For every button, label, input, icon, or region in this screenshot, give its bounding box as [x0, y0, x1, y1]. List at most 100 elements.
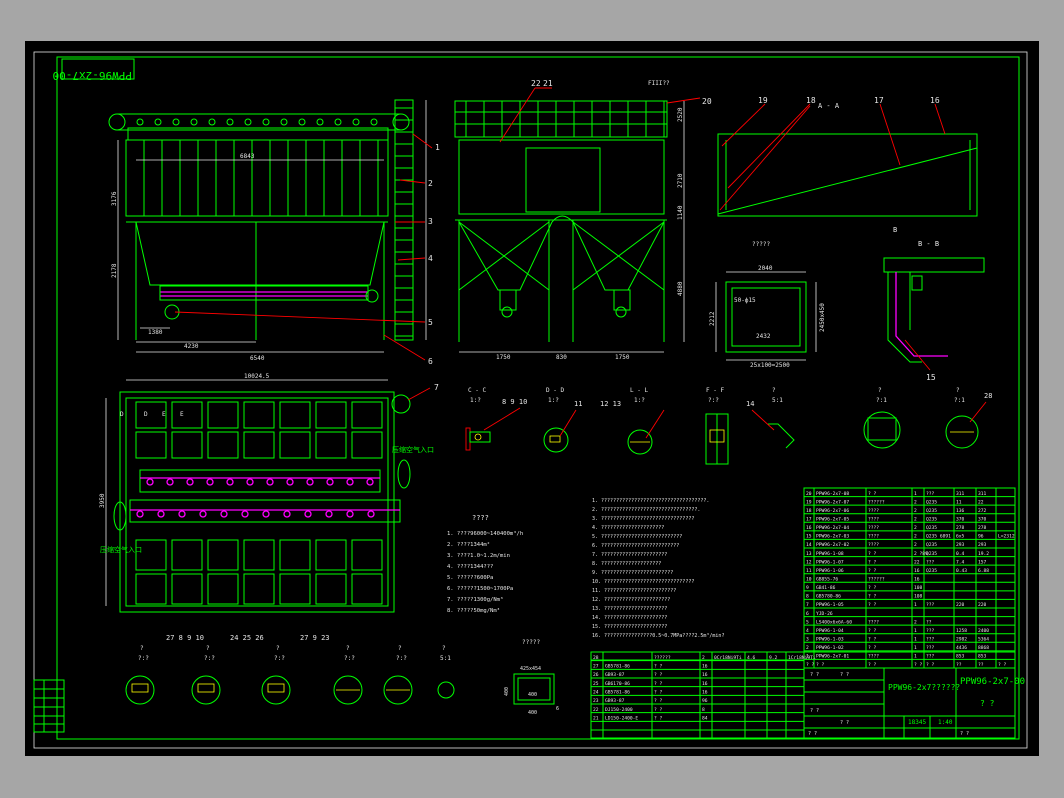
bom-cell: 2	[914, 508, 917, 514]
valve-head	[262, 118, 270, 126]
bom-cell: 220	[978, 602, 987, 608]
bom-cell: LS400x6x6A-60	[816, 619, 852, 625]
cad-drawing: PPW96-2x7-00 4230 6540 1380 6843 3176 21…	[33, 51, 1028, 749]
svg-text:5:1: 5:1	[772, 397, 783, 404]
bom-cell: 278	[978, 525, 987, 531]
svg-text:? ?: ? ?	[960, 731, 969, 737]
bom-cell: ??????	[868, 576, 885, 582]
bom-header-cell: ? ?	[926, 662, 935, 668]
svg-text:2: 2	[428, 179, 433, 188]
svg-text:?: ?	[956, 387, 960, 394]
section-aa: A - A 19 18 17 16 B	[717, 96, 978, 234]
plan-cell	[279, 539, 311, 571]
bom2-cell: ? ?	[654, 672, 663, 678]
plan-dim-overall: 10024.5	[244, 373, 270, 380]
bom-cell: 136	[956, 508, 965, 514]
svg-text:5:1: 5:1	[440, 655, 451, 662]
sv-balloon-22: 22	[531, 79, 541, 88]
valve-head	[280, 118, 288, 126]
bom-cell: 6.88	[978, 568, 989, 574]
bom-cell: Q235	[926, 551, 937, 557]
bom2-cell: 28	[593, 655, 599, 661]
svg-text:?:?: ?:?	[708, 397, 719, 404]
section-bb-title: B - B	[918, 240, 939, 248]
plan-cell	[135, 573, 167, 605]
bom-cell: PPW96-2x7-04	[816, 525, 849, 531]
bom2-cell: 16	[702, 681, 708, 687]
bom-cell: 2400	[978, 628, 989, 634]
svg-text:16: 16	[930, 96, 940, 105]
svg-text:8 9 10: 8 9 10	[502, 398, 527, 406]
bom2-cell: 25	[593, 681, 599, 687]
bom-header-cell: ? ?	[914, 662, 923, 668]
svg-text:?:1: ?:1	[876, 397, 887, 404]
bom-cell: ????	[868, 654, 879, 660]
plan-cell	[351, 431, 383, 459]
details-row-1: C - C 1:? 8 9 10 D - D 1:? 11 L - L 1:? …	[465, 387, 992, 465]
nozzle	[367, 510, 375, 518]
bom-cell: 1	[914, 645, 917, 651]
sv-dim-w-mid: 830	[556, 354, 567, 361]
plan-cell	[315, 539, 347, 571]
bom-cell: GB5780-86	[816, 594, 841, 600]
dim-bay: 4230	[184, 343, 199, 350]
bom2-cell: GB93-87	[605, 698, 625, 704]
bom-cell: L=2312	[998, 534, 1015, 540]
bom-cell: ????	[868, 534, 879, 540]
bom-cell: 11	[956, 499, 962, 505]
bom-cell: 1	[914, 654, 917, 660]
inlet-label-left: 压缩空气入口	[100, 545, 142, 554]
svg-text:?: ?	[346, 645, 350, 652]
bom-cell: PPW96-2x7-02	[816, 542, 849, 548]
bom-cell: ? ?	[868, 568, 877, 574]
svg-text:15. ?????????????????????: 15. ?????????????????????	[592, 624, 667, 630]
svg-text:7. ?????1300g/Nm³: 7. ?????1300g/Nm³	[447, 596, 503, 603]
bom-cell: 3	[806, 636, 809, 642]
bom-cell: 2982	[956, 636, 967, 642]
nozzle	[262, 510, 270, 518]
svg-text:11: 11	[574, 400, 582, 408]
bom-cell: 1	[914, 602, 917, 608]
plan-cell	[351, 573, 383, 605]
bom-cell: 108	[914, 594, 923, 600]
bom-cell: 10	[806, 576, 812, 582]
bom-cell: 108	[914, 585, 923, 591]
bom-header-cell: ??	[978, 662, 984, 668]
plan-cell	[207, 431, 239, 459]
bom-cell: Q235	[926, 499, 937, 505]
bom-cell: Q235	[926, 508, 937, 514]
bom2-cell: ? ?	[654, 664, 663, 670]
bom2-cell: LD150-2400-E	[605, 716, 638, 722]
nozzle	[220, 510, 228, 518]
svg-text:1:?: 1:?	[634, 397, 645, 404]
bom-cell: 1	[914, 636, 917, 642]
svg-text:6: 6	[556, 706, 559, 712]
valve-head	[136, 118, 144, 126]
bom-cell: 293	[978, 542, 987, 548]
bom2-cell: ? ?	[654, 698, 663, 704]
bom-cell: 7.4	[956, 559, 965, 565]
sv-dim-h-hopper: 4880	[677, 281, 684, 296]
svg-text:27 9 23: 27 9 23	[300, 634, 330, 642]
bom-cell: 2	[914, 525, 917, 531]
svg-text:2040: 2040	[758, 265, 773, 272]
bom2-cell: GB93-87	[605, 672, 625, 678]
plan-cell	[171, 573, 203, 605]
svg-text:D: D	[120, 411, 124, 418]
bom-table: 20 PPW96-2x7-08? ? 1??? 311 31119 PPW96-2x7-0…	[803, 487, 1016, 669]
bom-cell: 13	[806, 551, 812, 557]
svg-text:1. ???????????????????????????: 1. ???????????????????????????????????.	[592, 498, 709, 504]
bom-cell: 15	[806, 534, 812, 540]
dim-left: 1380	[148, 329, 163, 336]
bom-cell: 8868	[978, 645, 989, 651]
bom2-cell: 4.6	[747, 655, 756, 661]
svg-text:4. ?????????????????????: 4. ?????????????????????	[592, 525, 664, 531]
bom-cell: 22	[978, 499, 984, 505]
bom-cell: ????	[868, 542, 879, 548]
valve-head	[370, 118, 378, 126]
svg-text:12 13: 12 13	[600, 400, 621, 408]
rotated-code: PPW96-2x7-00	[53, 69, 132, 82]
bom-cell: ? ?	[868, 551, 877, 557]
plan-cell	[171, 539, 203, 571]
svg-text:24 25 26: 24 25 26	[230, 634, 264, 642]
